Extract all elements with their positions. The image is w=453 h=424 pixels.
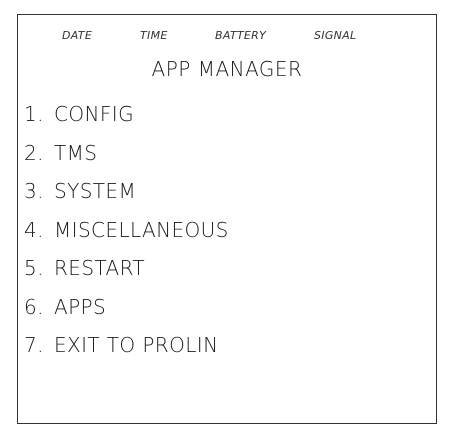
status-signal: SIGNAL [314,29,357,42]
menu-item-label: MISCELLANEOUS [54,217,229,242]
menu-item-label: RESTART [54,256,146,280]
menu-item-restart[interactable]: 5. RESTART [18,249,436,288]
menu-item-label: CONFIG [54,102,134,126]
status-bar: DATE TIME BATTERY SIGNAL [18,29,436,45]
menu-item-number: 6. [24,294,44,319]
menu-item-apps[interactable]: 6. APPS [18,288,436,327]
menu-item-number: 4. [24,217,44,242]
menu-item-number: 5. [24,256,44,280]
menu-item-system[interactable]: 3. SYSTEM [18,172,436,211]
menu-item-label: TMS [54,140,98,165]
menu-item-number: 2. [24,140,44,165]
status-date: DATE [62,29,93,42]
menu-item-label: EXIT TO PROLIN [54,333,219,357]
status-battery: BATTERY [215,29,267,42]
menu-item-label: SYSTEM [54,179,137,203]
menu-item-label: APPS [54,294,107,319]
terminal-screen: DATE TIME BATTERY SIGNAL APP MANAGER 1. … [17,14,437,424]
page-title: APP MANAGER [151,57,303,81]
menu-item-miscellaneous[interactable]: 4. MISCELLANEOUS [18,211,436,250]
status-time: TIME [140,29,168,42]
menu-item-number: 7. [24,333,44,357]
menu-item-number: 1. [24,102,44,126]
menu-item-tms[interactable]: 2. TMS [18,134,436,173]
app-manager-menu: 1. CONFIG 2. TMS 3. SYSTEM 4. MISCELLANE… [18,95,436,365]
menu-item-config[interactable]: 1. CONFIG [18,95,436,134]
menu-item-exit-to-prolin[interactable]: 7. EXIT TO PROLIN [18,326,436,365]
menu-item-number: 3. [24,179,44,203]
